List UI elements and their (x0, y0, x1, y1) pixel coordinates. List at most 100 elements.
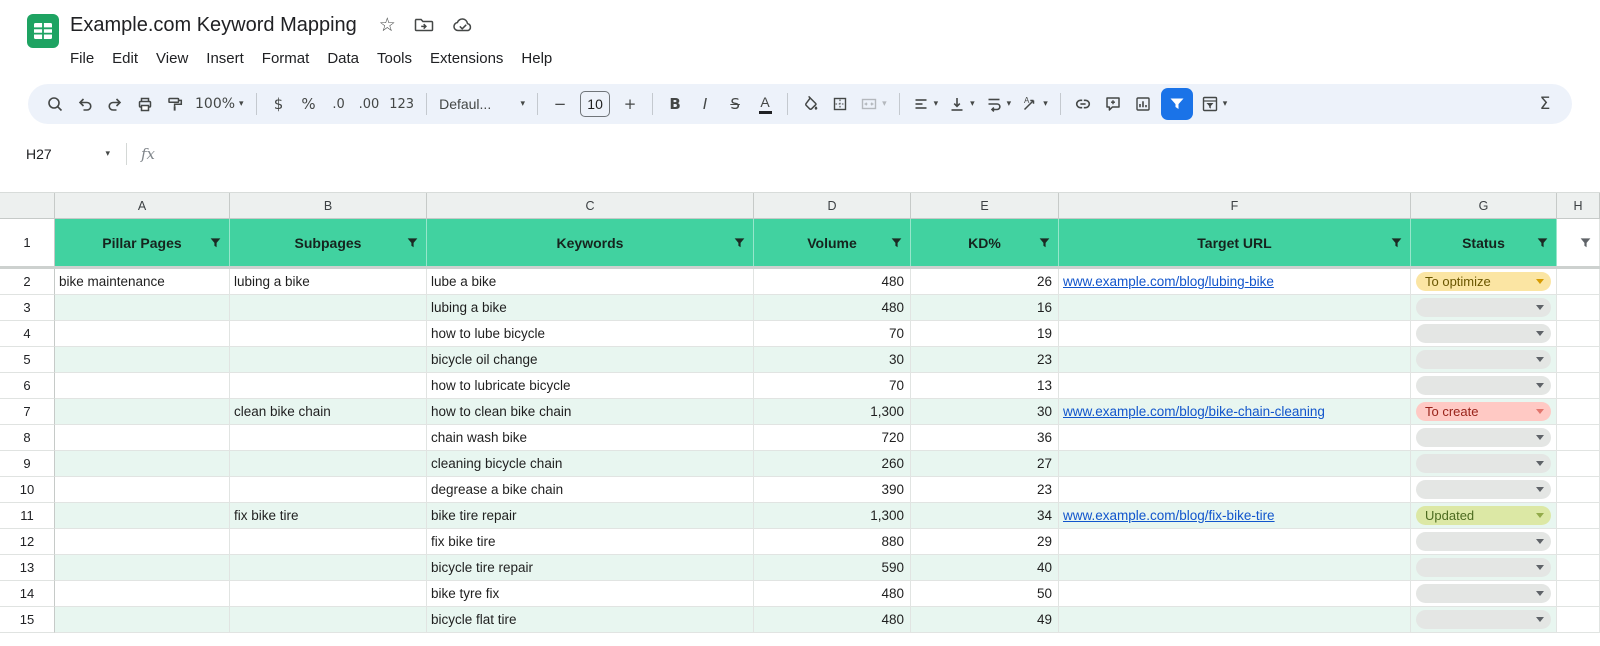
text-color-button[interactable]: A (750, 89, 780, 119)
row-header-11[interactable]: 11 (0, 503, 55, 529)
menu-help[interactable]: Help (512, 47, 561, 70)
cell-H8[interactable] (1557, 425, 1600, 451)
status-chip[interactable] (1416, 480, 1551, 499)
cell-H10[interactable] (1557, 477, 1600, 503)
cell-A10[interactable] (55, 477, 230, 503)
cell-G4[interactable] (1411, 321, 1557, 347)
cell-C4[interactable]: how to lube bicycle (427, 321, 754, 347)
cell-C7[interactable]: how to clean bike chain (427, 399, 754, 425)
cell-B8[interactable] (230, 425, 427, 451)
cell-G10[interactable] (1411, 477, 1557, 503)
row-header-9[interactable]: 9 (0, 451, 55, 477)
row-header-7[interactable]: 7 (0, 399, 55, 425)
more-formats-button[interactable]: 123 (384, 89, 419, 119)
cell-F10[interactable] (1059, 477, 1411, 503)
grid-corner[interactable] (0, 193, 55, 219)
header-cell-E1[interactable]: KD% (911, 219, 1059, 266)
cell-B5[interactable] (230, 347, 427, 373)
status-chip[interactable]: To create (1416, 402, 1551, 421)
decrease-font-size-button[interactable]: − (545, 89, 575, 119)
cell-F7[interactable]: www.example.com/blog/bike-chain-cleaning (1059, 399, 1411, 425)
filter-icon[interactable] (1537, 237, 1548, 248)
header-cell-D1[interactable]: Volume (754, 219, 911, 266)
filter-icon[interactable] (734, 237, 745, 248)
filter-icon[interactable] (891, 237, 902, 248)
cell-D4[interactable]: 70 (754, 321, 911, 347)
fill-color-button[interactable] (795, 89, 825, 119)
row-header-1[interactable]: 1 (0, 219, 55, 266)
font-size-input[interactable]: 10 (580, 91, 610, 117)
cell-G8[interactable] (1411, 425, 1557, 451)
cell-B2[interactable]: lubing a bike (230, 269, 427, 295)
row-header-14[interactable]: 14 (0, 581, 55, 607)
cell-B10[interactable] (230, 477, 427, 503)
cell-E6[interactable]: 13 (911, 373, 1059, 399)
cell-A6[interactable] (55, 373, 230, 399)
column-letter-A[interactable]: A (55, 193, 230, 219)
cell-D10[interactable]: 390 (754, 477, 911, 503)
cell-D5[interactable]: 30 (754, 347, 911, 373)
insert-comment-button[interactable] (1098, 89, 1128, 119)
cell-A12[interactable] (55, 529, 230, 555)
cell-F14[interactable] (1059, 581, 1411, 607)
cell-H13[interactable] (1557, 555, 1600, 581)
cell-D9[interactable]: 260 (754, 451, 911, 477)
cell-B14[interactable] (230, 581, 427, 607)
cell-F9[interactable] (1059, 451, 1411, 477)
status-chip[interactable] (1416, 376, 1551, 395)
row-header-10[interactable]: 10 (0, 477, 55, 503)
status-chip[interactable] (1416, 454, 1551, 473)
filter-icon[interactable] (1391, 237, 1402, 248)
cell-A13[interactable] (55, 555, 230, 581)
filter-icon[interactable] (210, 237, 221, 248)
target-url-link[interactable]: www.example.com/blog/bike-chain-cleaning (1063, 404, 1325, 419)
cell-E11[interactable]: 34 (911, 503, 1059, 529)
header-cell-H1[interactable] (1557, 219, 1600, 266)
horizontal-align-button[interactable]: ▾ (907, 89, 944, 119)
cell-A11[interactable] (55, 503, 230, 529)
cell-B7[interactable]: clean bike chain (230, 399, 427, 425)
status-chip[interactable]: Updated (1416, 506, 1551, 525)
menu-file[interactable]: File (61, 47, 103, 70)
filter-icon[interactable] (1580, 237, 1591, 248)
cell-E9[interactable]: 27 (911, 451, 1059, 477)
cell-B9[interactable] (230, 451, 427, 477)
bold-button[interactable]: B (660, 89, 690, 119)
italic-button[interactable]: I (690, 89, 720, 119)
column-letter-E[interactable]: E (911, 193, 1059, 219)
cell-F4[interactable] (1059, 321, 1411, 347)
cell-G7[interactable]: To create (1411, 399, 1557, 425)
document-title[interactable]: Example.com Keyword Mapping (70, 14, 357, 37)
cell-H12[interactable] (1557, 529, 1600, 555)
cell-A14[interactable] (55, 581, 230, 607)
vertical-align-button[interactable]: ▾ (943, 89, 980, 119)
cell-D3[interactable]: 480 (754, 295, 911, 321)
cell-E2[interactable]: 26 (911, 269, 1059, 295)
header-cell-A1[interactable]: Pillar Pages (55, 219, 230, 266)
cell-E12[interactable]: 29 (911, 529, 1059, 555)
percent-format-button[interactable]: % (294, 89, 324, 119)
cell-H7[interactable] (1557, 399, 1600, 425)
column-letter-G[interactable]: G (1411, 193, 1557, 219)
functions-button[interactable]: Σ (1530, 89, 1560, 119)
status-chip[interactable] (1416, 324, 1551, 343)
cell-G9[interactable] (1411, 451, 1557, 477)
paint-format-button[interactable] (160, 89, 190, 119)
column-letter-H[interactable]: H (1557, 193, 1600, 219)
cell-E5[interactable]: 23 (911, 347, 1059, 373)
cell-F3[interactable] (1059, 295, 1411, 321)
cell-C6[interactable]: how to lubricate bicycle (427, 373, 754, 399)
merge-cells-button[interactable]: ▾ (855, 89, 892, 119)
cell-G6[interactable] (1411, 373, 1557, 399)
cell-H5[interactable] (1557, 347, 1600, 373)
menu-tools[interactable]: Tools (368, 47, 421, 70)
row-header-5[interactable]: 5 (0, 347, 55, 373)
menu-edit[interactable]: Edit (103, 47, 147, 70)
cell-H3[interactable] (1557, 295, 1600, 321)
cell-A7[interactable] (55, 399, 230, 425)
status-chip[interactable] (1416, 428, 1551, 447)
cell-H9[interactable] (1557, 451, 1600, 477)
print-button[interactable] (130, 89, 160, 119)
cell-H15[interactable] (1557, 607, 1600, 633)
cell-H14[interactable] (1557, 581, 1600, 607)
